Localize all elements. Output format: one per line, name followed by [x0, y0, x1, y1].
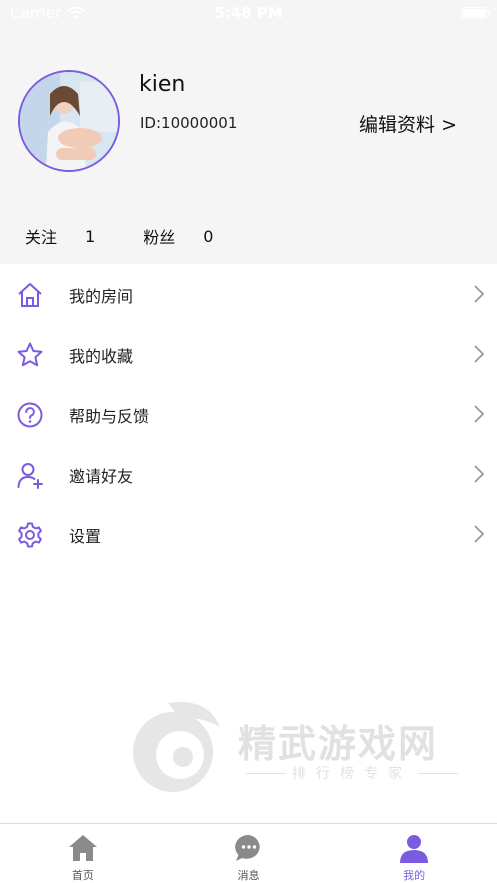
followers-label[interactable]: 粉丝 — [143, 224, 175, 248]
battery-icon — [461, 7, 490, 19]
watermark-emblem-icon — [133, 702, 220, 792]
chevron-right-icon — [474, 405, 485, 423]
watermark-title: 精武游戏网 — [238, 722, 439, 766]
status-bar: Carrier 5:48 PM — [0, 0, 497, 26]
menu-item-my-room[interactable]: 我的房间 — [0, 264, 497, 324]
home-icon — [68, 835, 97, 861]
menu-item-label: 邀请好友 — [69, 467, 134, 486]
watermark-logo: 精武游戏网 排行榜专家 — [128, 697, 473, 797]
chevron-right-icon — [474, 345, 485, 363]
tab-messages[interactable]: 消息 — [166, 824, 332, 883]
menu-item-label: 我的收藏 — [69, 347, 134, 366]
status-time: 5:48 PM — [214, 4, 283, 22]
tab-bar: 首页 消息 我的 — [0, 823, 497, 883]
menu-item-invite-friends[interactable]: 邀请好友 — [0, 444, 497, 504]
menu-item-settings[interactable]: 设置 — [0, 504, 497, 564]
following-count[interactable]: 1 — [85, 227, 95, 246]
following-label[interactable]: 关注 — [25, 224, 57, 248]
user-id: ID:10000001 — [140, 114, 238, 132]
followers-count[interactable]: 0 — [203, 227, 213, 246]
star-icon — [17, 342, 43, 367]
chevron-right-icon — [474, 285, 485, 303]
username: kien — [139, 72, 186, 97]
edit-profile-link[interactable]: 编辑资料 > — [359, 110, 457, 137]
tab-home[interactable]: 首页 — [0, 824, 166, 883]
gear-icon — [18, 522, 42, 548]
profile-header: kien ID:10000001 编辑资料 > 关注 1 粉丝 0 — [0, 26, 497, 264]
divider — [418, 772, 458, 774]
menu-item-label: 设置 — [69, 527, 102, 546]
watermark-subtitle: 排行榜专家 — [292, 766, 412, 782]
menu-item-label: 我的房间 — [69, 287, 134, 306]
chat-icon — [234, 834, 260, 861]
tab-label: 我的 — [403, 869, 426, 882]
menu-item-label: 帮助与反馈 — [69, 407, 150, 426]
menu-item-help-feedback[interactable]: 帮助与反馈 — [0, 384, 497, 444]
tab-label: 消息 — [237, 869, 260, 882]
avatar-image — [20, 72, 118, 170]
help-icon — [17, 402, 43, 428]
user-icon — [400, 835, 429, 863]
divider — [246, 772, 286, 774]
stats-row: 关注 1 粉丝 0 — [25, 224, 261, 248]
add-user-icon — [17, 463, 43, 489]
watermark-subtitle-row: 排行榜专家 — [240, 763, 464, 783]
menu-item-my-favorites[interactable]: 我的收藏 — [0, 324, 497, 384]
menu-list: 我的房间 我的收藏 帮助与反馈 邀请好友 设置 — [0, 264, 497, 564]
avatar[interactable] — [18, 70, 120, 172]
home-icon — [18, 283, 42, 307]
chevron-right-icon — [474, 525, 485, 543]
tab-mine[interactable]: 我的 — [331, 824, 497, 883]
tab-label: 首页 — [71, 869, 94, 882]
chevron-right-icon — [474, 465, 485, 483]
